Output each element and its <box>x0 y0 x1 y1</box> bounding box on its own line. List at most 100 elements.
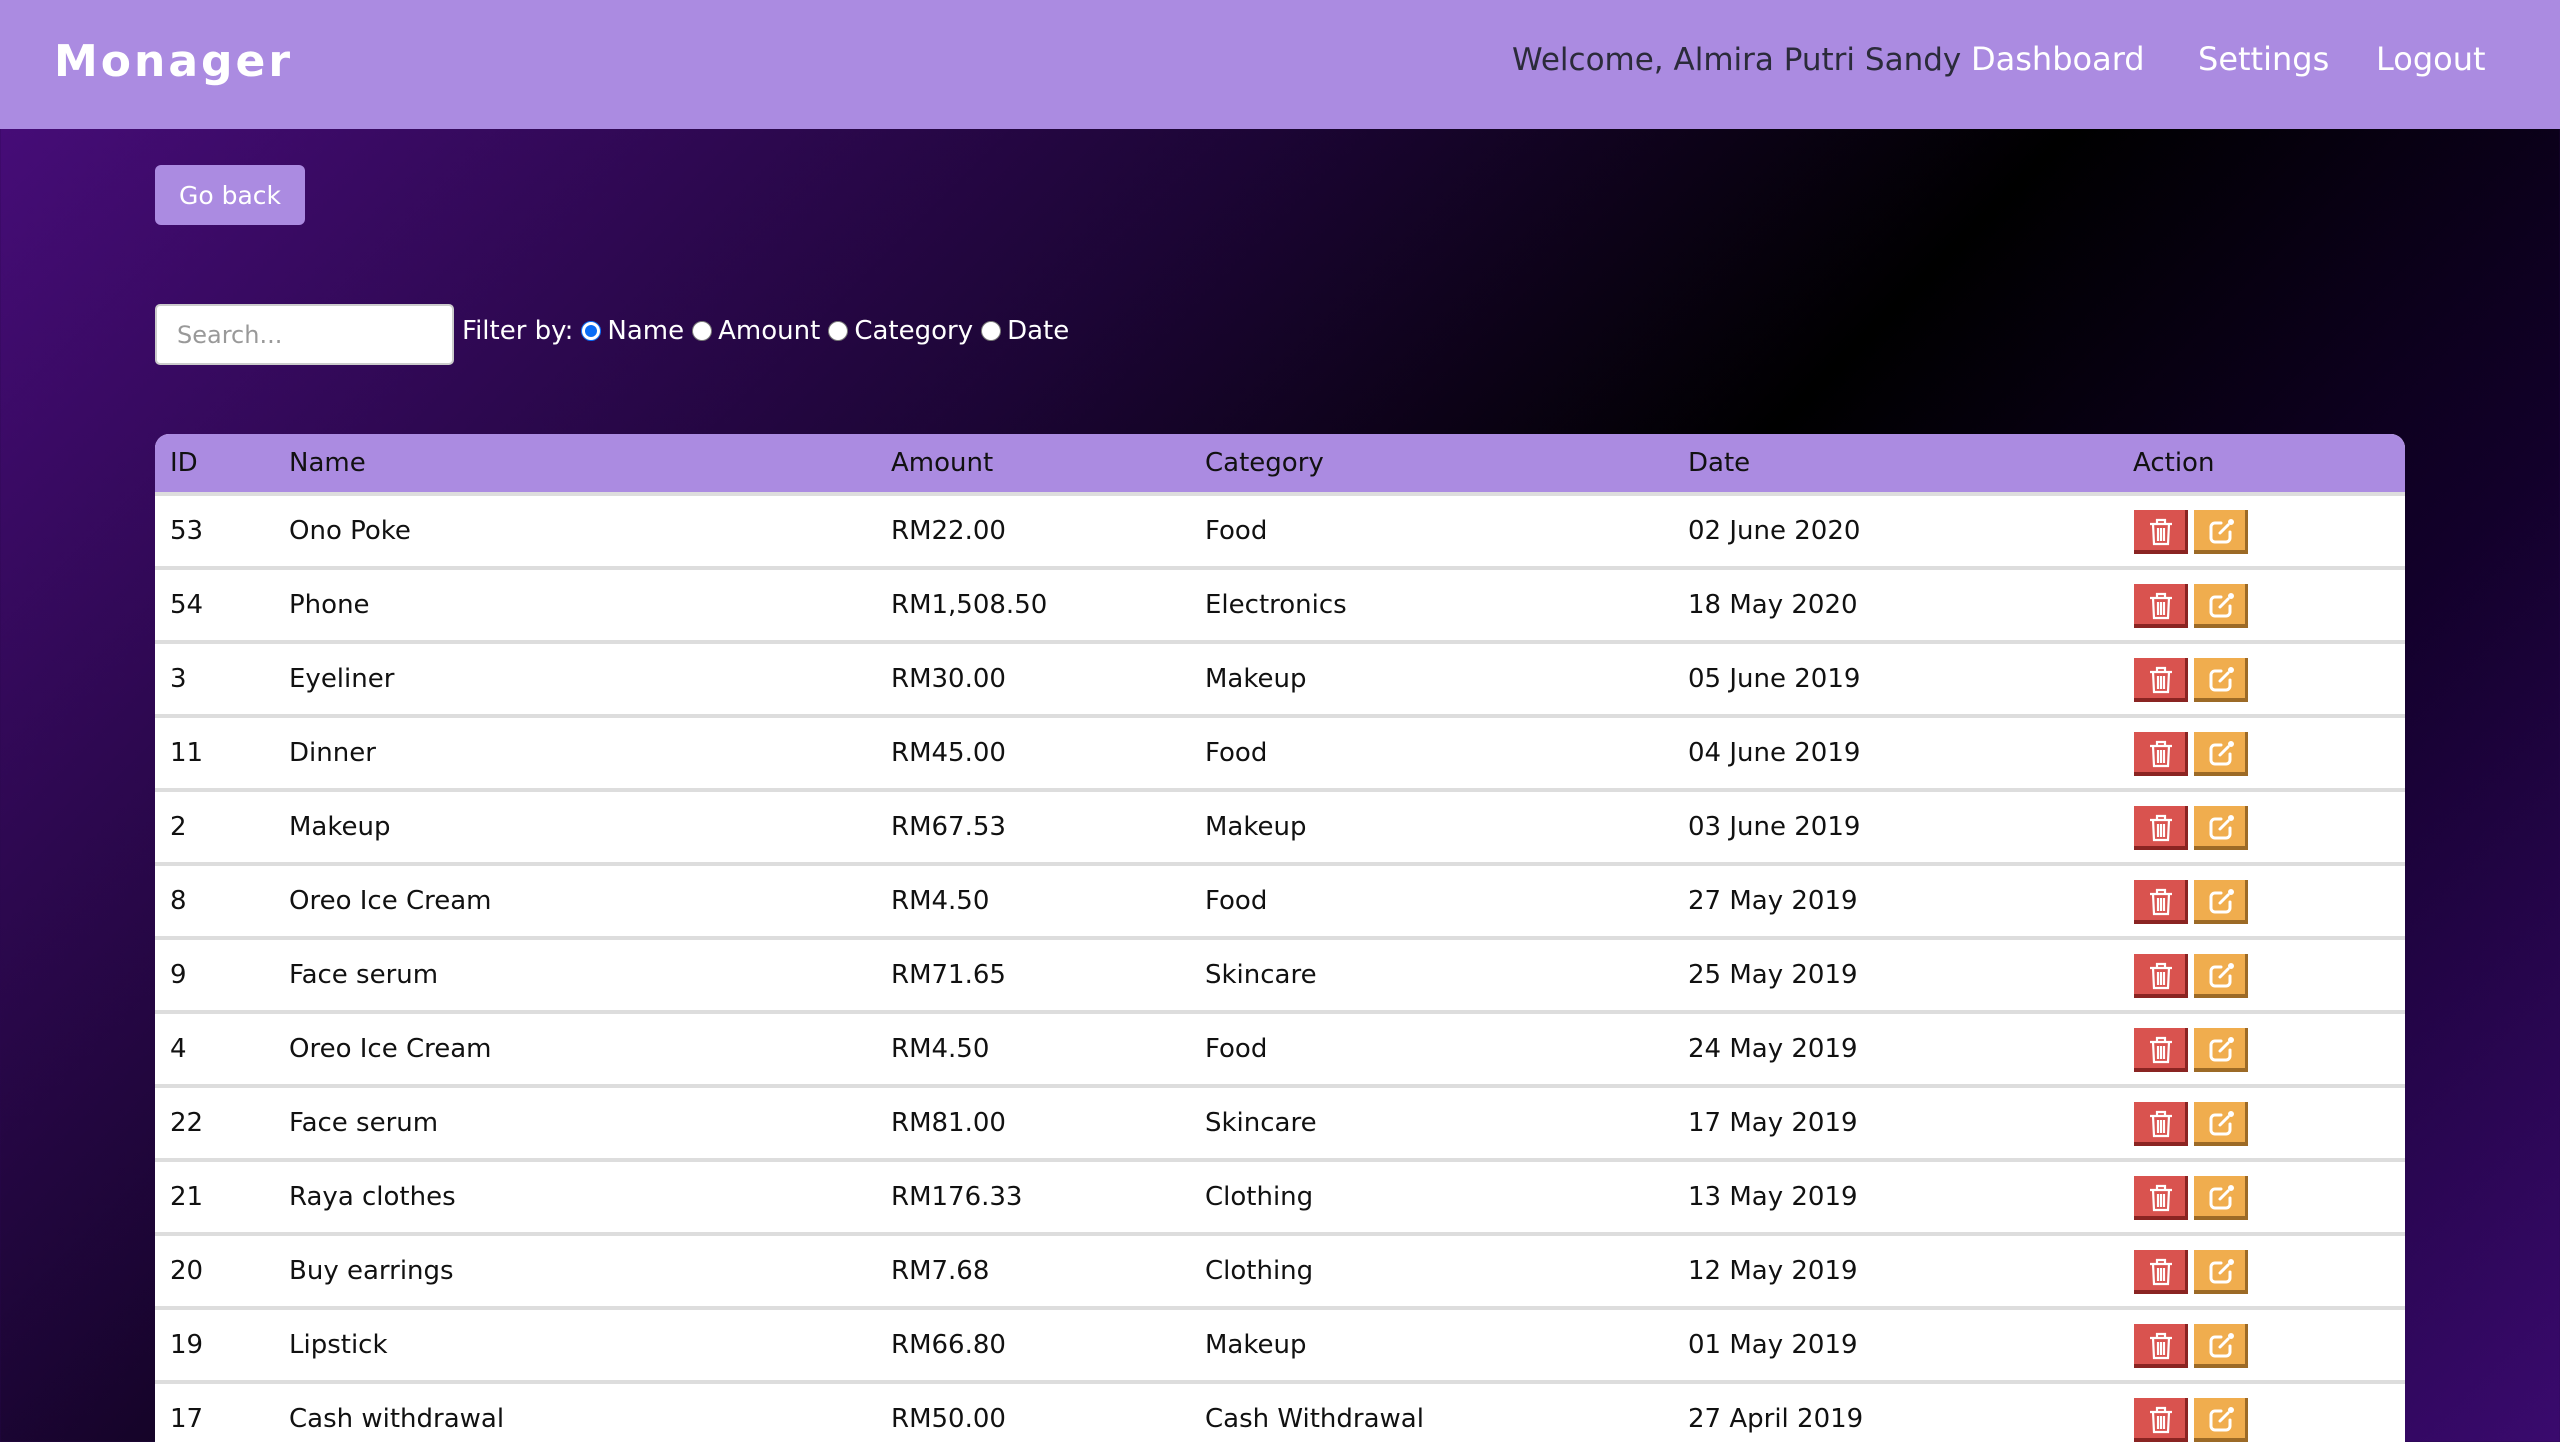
cell-amount: RM50.00 <box>891 1404 1006 1434</box>
cell-category: Food <box>1205 886 1268 916</box>
table-row: 21 Raya clothes RM176.33 Clothing 13 May… <box>155 1162 2405 1236</box>
cell-date: 12 May 2019 <box>1688 1256 1858 1286</box>
cell-id: 4 <box>170 1034 187 1064</box>
cell-name: Phone <box>289 590 370 620</box>
edit-button[interactable] <box>2194 510 2248 554</box>
cell-category: Makeup <box>1205 664 1307 694</box>
cell-date: 18 May 2020 <box>1688 590 1858 620</box>
search-input[interactable] <box>155 304 454 365</box>
edit-button[interactable] <box>2194 880 2248 924</box>
table-row: 17 Cash withdrawal RM50.00 Cash Withdraw… <box>155 1384 2405 1442</box>
cell-category: Electronics <box>1205 590 1347 620</box>
trash-icon <box>2150 962 2172 990</box>
delete-button[interactable] <box>2134 584 2188 628</box>
nav-settings[interactable]: Settings <box>2198 40 2329 78</box>
filter-radio-name[interactable] <box>581 321 602 341</box>
cell-category: Food <box>1205 1034 1268 1064</box>
cell-name: Oreo Ice Cream <box>289 1034 492 1064</box>
cell-name: Cash withdrawal <box>289 1404 505 1434</box>
edit-icon <box>2209 741 2234 766</box>
cell-name: Raya clothes <box>289 1182 456 1212</box>
cell-category: Skincare <box>1205 960 1317 990</box>
delete-button[interactable] <box>2134 1102 2188 1146</box>
edit-button[interactable] <box>2194 1398 2248 1442</box>
filter-radio-amount[interactable] <box>692 321 713 341</box>
table-row: 3 Eyeliner RM30.00 Makeup 05 June 2019 <box>155 644 2405 718</box>
trash-icon <box>2150 666 2172 694</box>
table-header: ID Name Amount Category Date Action <box>155 434 2405 496</box>
cell-id: 11 <box>170 738 204 768</box>
trash-icon <box>2150 592 2172 620</box>
filter-option-name: Name <box>607 316 685 346</box>
edit-icon <box>2209 1259 2234 1284</box>
trash-icon <box>2150 1332 2172 1360</box>
nav-dashboard[interactable]: Dashboard <box>1971 40 2145 78</box>
cell-name: Dinner <box>289 738 376 768</box>
header-date: Date <box>1688 448 1751 478</box>
edit-button[interactable] <box>2194 584 2248 628</box>
trash-icon <box>2150 888 2172 916</box>
cell-category: Food <box>1205 516 1268 546</box>
edit-icon <box>2209 1111 2234 1136</box>
edit-button[interactable] <box>2194 1028 2248 1072</box>
trash-icon <box>2150 518 2172 546</box>
header-action: Action <box>2133 448 2215 478</box>
go-back-button[interactable]: Go back <box>155 165 305 225</box>
delete-button[interactable] <box>2134 954 2188 998</box>
cell-category: Makeup <box>1205 812 1307 842</box>
cell-name: Buy earrings <box>289 1256 454 1286</box>
delete-button[interactable] <box>2134 806 2188 850</box>
edit-button[interactable] <box>2194 1250 2248 1294</box>
cell-category: Skincare <box>1205 1108 1317 1138</box>
edit-button[interactable] <box>2194 658 2248 702</box>
cell-amount: RM71.65 <box>891 960 1006 990</box>
filter-radio-date[interactable] <box>981 321 1002 341</box>
cell-date: 27 April 2019 <box>1688 1404 1864 1434</box>
cell-amount: RM4.50 <box>891 1034 990 1064</box>
delete-button[interactable] <box>2134 658 2188 702</box>
trash-icon <box>2150 1184 2172 1212</box>
nav-logout[interactable]: Logout <box>2376 40 2486 78</box>
trash-icon <box>2150 1110 2172 1138</box>
filter-option-amount: Amount <box>718 316 821 346</box>
logo: Monager <box>54 36 294 87</box>
table-row: 19 Lipstick RM66.80 Makeup 01 May 2019 <box>155 1310 2405 1384</box>
expenses-table: ID Name Amount Category Date Action 53 O… <box>155 434 2405 1442</box>
edit-icon <box>2209 1037 2234 1062</box>
cell-amount: RM4.50 <box>891 886 990 916</box>
filter-group: Filter by: Name Amount Category Date <box>462 316 1069 346</box>
cell-date: 13 May 2019 <box>1688 1182 1858 1212</box>
cell-name: Makeup <box>289 812 391 842</box>
cell-category: Cash Withdrawal <box>1205 1404 1424 1434</box>
edit-button[interactable] <box>2194 806 2248 850</box>
cell-category: Clothing <box>1205 1182 1314 1212</box>
cell-amount: RM66.80 <box>891 1330 1006 1360</box>
edit-button[interactable] <box>2194 1324 2248 1368</box>
table-row: 2 Makeup RM67.53 Makeup 03 June 2019 <box>155 792 2405 866</box>
delete-button[interactable] <box>2134 1028 2188 1072</box>
delete-button[interactable] <box>2134 732 2188 776</box>
delete-button[interactable] <box>2134 1324 2188 1368</box>
edit-button[interactable] <box>2194 1176 2248 1220</box>
edit-icon <box>2209 963 2234 988</box>
edit-button[interactable] <box>2194 732 2248 776</box>
edit-button[interactable] <box>2194 1102 2248 1146</box>
cell-id: 8 <box>170 886 187 916</box>
cell-name: Lipstick <box>289 1330 388 1360</box>
edit-icon <box>2209 815 2234 840</box>
header-id: ID <box>170 448 198 478</box>
cell-category: Clothing <box>1205 1256 1314 1286</box>
delete-button[interactable] <box>2134 1398 2188 1442</box>
table-row: 20 Buy earrings RM7.68 Clothing 12 May 2… <box>155 1236 2405 1310</box>
edit-icon <box>2209 593 2234 618</box>
filter-radio-category[interactable] <box>828 321 849 341</box>
trash-icon <box>2150 814 2172 842</box>
delete-button[interactable] <box>2134 510 2188 554</box>
cell-date: 01 May 2019 <box>1688 1330 1858 1360</box>
delete-button[interactable] <box>2134 880 2188 924</box>
delete-button[interactable] <box>2134 1176 2188 1220</box>
edit-button[interactable] <box>2194 954 2248 998</box>
cell-date: 02 June 2020 <box>1688 516 1861 546</box>
delete-button[interactable] <box>2134 1250 2188 1294</box>
cell-category: Makeup <box>1205 1330 1307 1360</box>
